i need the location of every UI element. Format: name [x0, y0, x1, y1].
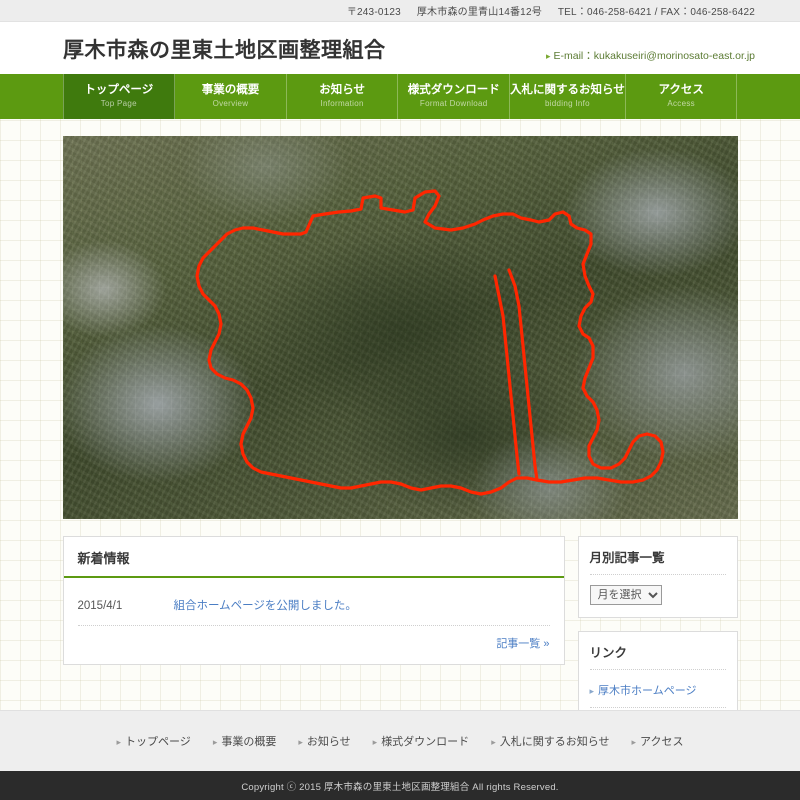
nav-label-ja: 様式ダウンロード — [407, 84, 500, 97]
nav-label-en: Overview — [212, 98, 249, 108]
nav-label-en: Access — [667, 98, 695, 108]
links-list: ▸ 厚木市ホームページ — [589, 680, 726, 708]
nav-label-en: Information — [320, 98, 364, 108]
monthly-archive-panel: 月別記事一覧 月を選択 — [577, 536, 738, 618]
news-item-link[interactable]: 組合ホームページを公開しました。 — [174, 597, 357, 613]
content-area: 新着情報 2015/4/1 組合ホームページを公開しました。 記事一覧 » 月別… — [62, 536, 738, 734]
bullet-icon: ▸ — [116, 737, 122, 747]
boundary-inner-strip-2 — [492, 274, 521, 476]
footer-nav-label: アクセス — [640, 736, 684, 748]
sidebar: 月別記事一覧 月を選択 リンク ▸ 厚木市ホームページ — [577, 536, 738, 734]
links-panel: リンク ▸ 厚木市ホームページ — [577, 631, 738, 721]
footer-navigation: ▸ トップページ ▸ 事業の概要 ▸ お知らせ ▸ 様式ダウンロード ▸ 入札に関するお知… — [0, 710, 800, 771]
monthly-archive-title: 月別記事一覧 — [589, 547, 726, 575]
news-item-date: 2015/4/1 — [77, 600, 123, 612]
email-label: E-mail：kukakuseiri@morinosato-east.or.jp — [553, 50, 755, 62]
hero-aerial-photo — [62, 136, 738, 519]
bullet-icon: ▸ — [545, 51, 551, 61]
bullet-icon: ▸ — [212, 737, 218, 747]
chevron-right-icon: ▸ — [589, 686, 595, 696]
month-select-dropdown[interactable]: 月を選択 — [589, 585, 662, 605]
news-panel-title: 新着情報 — [77, 551, 130, 566]
footer-nav-label: お知らせ — [306, 736, 351, 748]
page-title: 厚木市森の里東土地区画整理組合 — [63, 39, 386, 62]
news-list: 2015/4/1 組合ホームページを公開しました。 記事一覧 » — [64, 578, 564, 664]
nav-item-access[interactable]: アクセス Access — [626, 74, 738, 119]
nav-label-ja: お知らせ — [319, 84, 365, 97]
global-navigation-inner: トップページ Top Page 事業の概要 Overview お知らせ Info… — [62, 74, 738, 119]
nav-item-format-download[interactable]: 様式ダウンロード Format Download — [398, 74, 511, 119]
bullet-icon: ▸ — [298, 737, 303, 747]
office-address: 厚木市森の里青山14番12号 — [416, 7, 542, 18]
boundary-outline — [194, 189, 665, 496]
footer-nav-label: 入札に関するお知らせ — [499, 736, 610, 748]
nav-item-bidding-info[interactable]: 入札に関するお知らせ bidding Info — [510, 74, 626, 119]
site-header: 厚木市森の里東土地区画整理組合 ▸ E-mail：kukakuseiri@mori… — [0, 22, 800, 74]
nav-label-en: bidding Info — [544, 98, 590, 108]
nav-label-en: Top Page — [100, 98, 137, 108]
list-item: 2015/4/1 組合ホームページを公開しました。 — [77, 584, 550, 626]
nav-label-ja: トップページ — [84, 84, 154, 97]
footer-nav-item-format-download[interactable]: ▸ 様式ダウンロード — [373, 733, 470, 749]
copyright-text: Copyright ⓒ 2015 厚木市森の里東土地区画整理組合 All rig… — [241, 781, 559, 793]
link-atsugi-city-homepage[interactable]: ▸ 厚木市ホームページ — [590, 685, 697, 697]
copyright-bar: Copyright ⓒ 2015 厚木市森の里東土地区画整理組合 All rig… — [0, 771, 800, 800]
news-archive-link[interactable]: 記事一覧 » — [496, 638, 549, 650]
nav-item-information[interactable]: お知らせ Information — [287, 74, 399, 119]
footer-nav-label: 事業の概要 — [221, 736, 277, 748]
footer-nav-item-top-page[interactable]: ▸ トップページ — [117, 733, 191, 749]
news-more-row: 記事一覧 » — [78, 626, 549, 656]
nav-item-overview[interactable]: 事業の概要 Overview — [175, 74, 287, 119]
footer-nav-item-bidding-info[interactable]: ▸ 入札に関するお知らせ — [491, 733, 609, 749]
footer-nav-item-access[interactable]: ▸ アクセス — [632, 733, 684, 749]
link-label: 厚木市ホームページ — [598, 685, 697, 697]
footer-nav-label: 様式ダウンロード — [381, 736, 470, 748]
nav-label-en: Format Download — [419, 98, 488, 108]
bullet-icon: ▸ — [372, 737, 378, 747]
bullet-icon: ▸ — [491, 737, 496, 747]
news-panel-header: 新着情報 — [63, 537, 564, 578]
top-info-bar: 〒243-0123 厚木市森の里青山14番12号 TEL：046-258-642… — [0, 0, 800, 22]
news-panel: 新着情報 2015/4/1 組合ホームページを公開しました。 記事一覧 » — [62, 536, 565, 665]
bullet-icon: ▸ — [631, 737, 637, 747]
postal-code: 〒243-0123 — [346, 7, 401, 18]
main-column: 新着情報 2015/4/1 組合ホームページを公開しました。 記事一覧 » — [62, 536, 565, 665]
nav-item-top-page[interactable]: トップページ Top Page — [62, 74, 176, 119]
footer-nav-item-information[interactable]: ▸ お知らせ — [298, 733, 350, 749]
list-item: ▸ 厚木市ホームページ — [589, 680, 726, 708]
nav-label-ja: 事業の概要 — [201, 84, 260, 97]
top-info-text: 〒243-0123 厚木市森の里青山14番12号 TEL：046-258-642… — [347, 3, 755, 18]
footer-nav-label: トップページ — [125, 736, 191, 748]
tel-fax: TEL：046-258-6421 / FAX：046-258-6422 — [557, 7, 755, 18]
nav-label-ja: 入札に関するお知らせ — [510, 84, 625, 97]
nav-label-ja: アクセス — [658, 84, 704, 97]
global-navigation: トップページ Top Page 事業の概要 Overview お知らせ Info… — [0, 74, 800, 119]
footer-nav-item-overview[interactable]: ▸ 事業の概要 — [213, 733, 277, 749]
project-area-boundary-overlay — [194, 189, 665, 496]
boundary-inner-strip — [506, 268, 539, 482]
email-contact[interactable]: ▸ E-mail：kukakuseiri@morinosato-east.or.j… — [546, 48, 755, 63]
links-panel-title: リンク — [589, 642, 726, 670]
